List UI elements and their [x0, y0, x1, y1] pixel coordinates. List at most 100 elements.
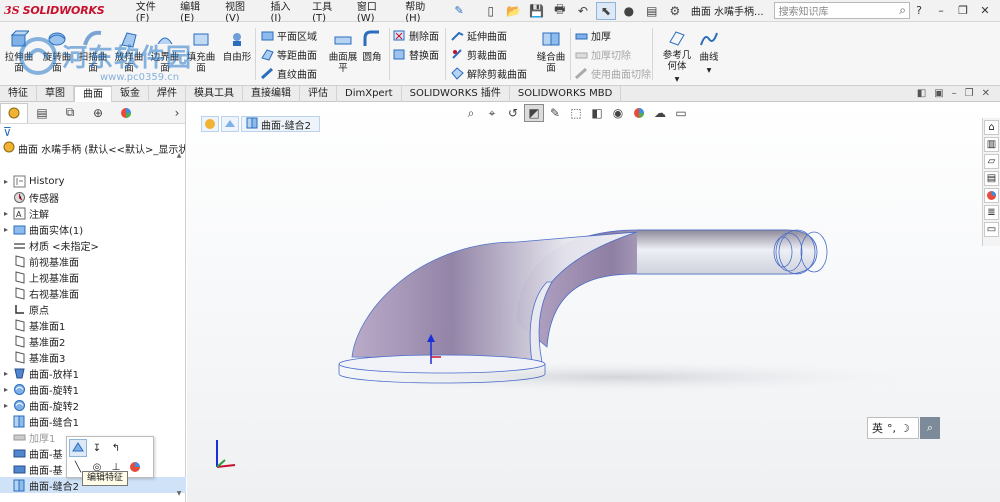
configuration-manager-tab-icon[interactable]: ⧉: [56, 103, 84, 123]
extend-surface-button[interactable]: 延伸曲面: [450, 27, 507, 44]
menu-file[interactable]: 文件(F): [130, 0, 174, 24]
flatten-surface-button[interactable]: 曲面展平: [328, 24, 358, 84]
knit-surface-button[interactable]: 缝合曲面: [533, 24, 569, 84]
rollback-icon[interactable]: ↧: [88, 439, 106, 457]
reference-geometry-dropdown-icon[interactable]: ▾: [675, 74, 680, 85]
edit-feature-icon[interactable]: [69, 439, 87, 457]
tab-direct-editing[interactable]: 直接编辑: [243, 86, 300, 102]
feature-tree-tab-icon[interactable]: [0, 102, 28, 123]
offset-surface-button[interactable]: 等距曲面: [260, 46, 317, 63]
viewport-tile-icon[interactable]: ▣: [934, 88, 943, 99]
property-manager-tab-icon[interactable]: ▤: [28, 103, 56, 123]
reference-geometry-button[interactable]: 参考几何体 ▾: [660, 24, 694, 85]
replace-face-button[interactable]: 替换面: [392, 46, 439, 63]
undo-icon[interactable]: ↶: [573, 2, 593, 20]
print-icon[interactable]: 🖶: [550, 2, 570, 20]
display-manager-tab-icon[interactable]: [112, 103, 140, 123]
tab-evaluate[interactable]: 评估: [300, 86, 337, 102]
tree-item[interactable]: ▸ 曲面-旋转1: [0, 381, 186, 397]
dimxpert-manager-tab-icon[interactable]: ⊕: [84, 103, 112, 123]
tab-dimxpert[interactable]: DimXpert: [337, 86, 402, 102]
boundary-surface-button[interactable]: 边界曲面: [148, 24, 182, 84]
ime-indicator[interactable]: 英 °, ☽: [867, 417, 919, 439]
ruled-surface-button[interactable]: 直纹曲面: [260, 65, 317, 82]
tree-item[interactable]: 上视基准面: [0, 269, 186, 285]
thicken-button[interactable]: 加厚: [574, 27, 611, 44]
menu-window[interactable]: 窗口(W): [351, 0, 399, 24]
tab-weldments[interactable]: 焊件: [149, 86, 186, 102]
thickened-cut-button[interactable]: 加厚切除: [574, 46, 631, 63]
scroll-up-icon[interactable]: ▲: [175, 152, 183, 159]
tree-item[interactable]: 基准面3: [0, 349, 186, 365]
tab-solidworks-mbd[interactable]: SOLIDWORKS MBD: [510, 86, 622, 102]
tree-item[interactable]: 传感器: [0, 189, 186, 205]
lofted-surface-button[interactable]: 放样曲面: [112, 24, 146, 84]
swept-surface-button[interactable]: 扫描曲面: [76, 24, 110, 84]
search-icon[interactable]: ⌕: [899, 3, 906, 18]
tree-filter-icon[interactable]: ⊽: [0, 124, 185, 140]
expand-arrow-icon[interactable]: ▸: [0, 177, 12, 186]
revolved-surface-button[interactable]: 旋转曲面: [40, 24, 74, 84]
menu-insert[interactable]: 插入(I): [264, 0, 306, 24]
open-document-icon[interactable]: 📂: [504, 2, 524, 20]
curves-dropdown-icon[interactable]: ▾: [707, 65, 712, 76]
expand-arrow-icon[interactable]: ▸: [0, 209, 12, 218]
faucet-handle-model[interactable]: [187, 102, 1000, 502]
tab-features[interactable]: 特征: [0, 86, 37, 102]
freeform-button[interactable]: 自由形: [220, 24, 254, 84]
restore-icon[interactable]: ❐: [954, 4, 972, 17]
graphics-area[interactable]: 曲面-缝合2 ⌕ ⌖ ↺ ◩ ✎ ⬚ ◧ ◉ ☁ ▭ ⌂ ▥ ▱ ▤ ≣ ▭ 英…: [187, 102, 1000, 502]
untrim-surface-button[interactable]: 解除剪裁曲面: [450, 65, 527, 82]
viewport-restore-icon[interactable]: ❐: [965, 88, 974, 99]
filled-surface-button[interactable]: 填充曲面: [184, 24, 218, 84]
fillet-button[interactable]: 圆角: [358, 24, 386, 84]
trim-surface-button[interactable]: 剪裁曲面: [450, 46, 507, 63]
viewport-close-icon[interactable]: ✕: [982, 88, 990, 99]
expand-arrow-icon[interactable]: ▸: [0, 401, 12, 410]
minimize-icon[interactable]: –: [932, 4, 950, 17]
curves-button[interactable]: 曲线 ▾: [696, 24, 722, 84]
help-icon[interactable]: ?: [910, 4, 928, 17]
options-gear-icon[interactable]: ⚙: [665, 2, 685, 20]
feature-tree-scrollbar[interactable]: ▲ ▼: [175, 152, 183, 497]
tab-solidworks-addins[interactable]: SOLIDWORKS 插件: [402, 86, 510, 102]
tree-item[interactable]: 基准面2: [0, 333, 186, 349]
expand-arrow-icon[interactable]: ▸: [0, 225, 12, 234]
tab-sketch[interactable]: 草图: [37, 86, 74, 102]
tree-item[interactable]: 原点: [0, 301, 186, 317]
viewport-prev-icon[interactable]: ◧: [917, 88, 926, 99]
menu-help[interactable]: 帮助(H): [399, 0, 445, 24]
menu-tools[interactable]: 工具(T): [306, 0, 351, 24]
tab-surfaces[interactable]: 曲面: [74, 86, 112, 102]
tree-item[interactable]: ▸ A 注解: [0, 205, 186, 221]
menu-edit[interactable]: 编辑(E): [174, 0, 219, 24]
pin-menu-icon[interactable]: ✎: [451, 4, 467, 17]
tree-item[interactable]: ▸ 曲面实体(1): [0, 221, 186, 237]
ime-search-icon[interactable]: ⌕: [920, 417, 940, 439]
planar-surface-button[interactable]: 平面区域: [260, 27, 317, 44]
expand-arrow-icon[interactable]: ▸: [0, 369, 12, 378]
tree-item[interactable]: 前视基准面: [0, 253, 186, 269]
tree-item[interactable]: 曲面-缝合1: [0, 413, 186, 429]
tab-mold-tools[interactable]: 模具工具: [186, 86, 243, 102]
panel-expand-chevron-icon[interactable]: ›: [169, 106, 185, 120]
tree-item[interactable]: ▸ History: [0, 173, 186, 189]
delete-face-button[interactable]: 删除面: [392, 27, 439, 44]
tab-sheet-metal[interactable]: 钣金: [112, 86, 149, 102]
file-properties-icon[interactable]: ▤: [642, 2, 662, 20]
appearance-icon[interactable]: [126, 458, 144, 476]
menu-view[interactable]: 视图(V): [219, 0, 264, 24]
tree-item[interactable]: 基准面1: [0, 317, 186, 333]
cut-with-surface-button[interactable]: 使用曲面切除: [574, 65, 651, 82]
tree-root-part[interactable]: 曲面 水嘴手柄 (默认<<默认>_显示状态 1: [0, 140, 185, 156]
tree-item[interactable]: 材质 <未指定>: [0, 237, 186, 253]
save-icon[interactable]: 💾: [527, 2, 547, 20]
tree-item[interactable]: ▸ 曲面-旋转2: [0, 397, 186, 413]
rebuild-icon[interactable]: ●: [619, 2, 639, 20]
new-document-icon[interactable]: ▯: [481, 2, 501, 20]
tree-item[interactable]: ▸ 曲面-放样1: [0, 365, 186, 381]
close-icon[interactable]: ✕: [976, 4, 994, 17]
extruded-surface-button[interactable]: 拉伸曲面: [2, 24, 36, 84]
expand-arrow-icon[interactable]: ▸: [0, 385, 12, 394]
go-back-icon[interactable]: ↰: [107, 439, 125, 457]
